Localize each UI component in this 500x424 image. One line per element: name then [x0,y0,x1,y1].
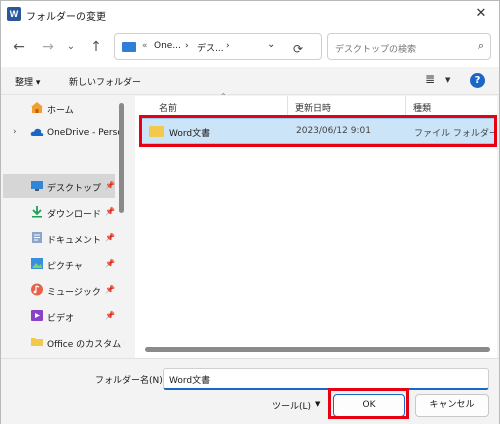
pin-icon[interactable]: 📌 [105,233,115,242]
breadcrumb-separator[interactable]: › [185,41,189,51]
sidebar-item-label: OneDrive - Perso [47,128,123,138]
sidebar-item-label: ミュージック [47,288,101,298]
folder-dialog: W フォルダーの変更 ✕ ← → ⌄ ↑ « One... › デス... › … [0,0,500,424]
search-input[interactable]: デスクトップの検索 ⌕ [327,33,491,60]
breadcrumb-desktop[interactable]: デス... [197,41,224,54]
search-icon[interactable]: ⌕ [478,39,484,53]
search-placeholder: デスクトップの検索 [335,45,417,55]
tools-button[interactable]: ツール(L) [272,399,311,412]
horizontal-scrollbar[interactable] [145,347,490,352]
sidebar-item-label: デスクトップ [47,184,102,194]
window-title: フォルダーの変更 [26,12,106,23]
column-divider[interactable] [405,96,406,116]
sidebar-item-label: ダウンロード [47,210,102,220]
breadcrumb-separator[interactable]: › [226,41,230,51]
organize-button[interactable]: 整理 ▾ [15,75,40,88]
highlight-box [139,115,497,147]
column-header-type[interactable]: 種類 [413,101,431,114]
cancel-button[interactable]: キャンセル [415,394,489,417]
sidebar-item-documents[interactable]: ドキュメント 📌 [3,226,115,250]
recent-locations-chevron-icon[interactable]: ⌄ [61,37,81,57]
help-icon[interactable]: ? [470,73,485,88]
expand-chevron-icon[interactable]: › [13,127,17,137]
breadcrumb-overflow[interactable]: « [142,41,148,51]
pictures-icon [31,258,43,269]
title-bar: W フォルダーの変更 ✕ [1,1,499,27]
dialog-footer: フォルダー名(N): Word文書 ツール(L) ▼ OK キャンセル [1,358,499,424]
close-button[interactable]: ✕ [469,4,493,24]
pin-icon[interactable]: 📌 [105,311,115,320]
sidebar-item-label: ビデオ [47,314,75,324]
sidebar-item-label: ピクチャ [47,262,83,272]
back-arrow-icon[interactable]: ← [9,37,29,57]
view-list-icon[interactable]: ≣ [425,72,435,86]
folder-name-label: フォルダー名(N): [95,376,166,386]
breadcrumb-onedrive[interactable]: One... [154,41,181,51]
pin-icon[interactable]: 📌 [105,181,115,190]
desktop-icon [31,181,43,191]
address-bar[interactable]: « One... › デス... › ⌄ [114,33,322,60]
sidebar-item-label: ホーム [47,106,74,116]
folder-name-value: Word文書 [169,376,211,386]
column-header-modified[interactable]: 更新日時 [295,101,331,114]
navigation-pane: ホーム › OneDrive - Perso デスクトップ 📌 ダウンロード 📌… [1,96,125,358]
cloud-icon [30,128,44,136]
sidebar-item-home[interactable]: ホーム [3,96,115,120]
highlight-box [328,388,409,419]
folder-name-input[interactable]: Word文書 [163,368,489,390]
column-header-name[interactable]: 名前 [159,101,177,114]
sidebar-item-downloads[interactable]: ダウンロード 📌 [3,200,115,224]
folder-icon [122,42,136,52]
refresh-icon[interactable]: ⟳ [293,42,303,56]
pin-icon[interactable]: 📌 [105,207,115,216]
music-icon [31,283,43,296]
folder-icon [31,338,43,346]
sidebar-item-label: Office のカスタム テ [47,340,125,350]
navigation-scrollbar[interactable] [119,103,124,213]
sidebar-item-label: ドキュメント [47,236,102,246]
sidebar-item-desktop[interactable]: デスクトップ 📌 [3,174,115,198]
pin-icon[interactable]: 📌 [105,285,115,294]
word-app-icon: W [7,7,21,21]
forward-arrow-icon[interactable]: → [38,37,58,57]
sidebar-item-office-templates[interactable]: Office のカスタム テ [3,330,125,354]
column-divider[interactable] [287,96,288,116]
view-dropdown-icon[interactable]: ▼ [445,76,450,84]
sidebar-item-videos[interactable]: ビデオ 📌 [3,304,115,328]
sidebar-item-onedrive[interactable]: › OneDrive - Perso [3,121,123,145]
sidebar-item-music[interactable]: ミュージック 📌 [3,278,115,302]
download-icon [32,206,42,218]
tools-dropdown-icon[interactable]: ▼ [315,400,320,408]
command-toolbar: 整理 ▾ 新しいフォルダー ≣ ▼ ? [1,67,499,95]
document-icon [32,232,42,243]
sort-ascending-icon: ⌃ [220,92,227,101]
video-icon [31,310,43,321]
new-folder-button[interactable]: 新しいフォルダー [69,75,141,88]
home-icon [31,102,43,113]
pin-icon[interactable]: 📌 [105,259,115,268]
address-dropdown-chevron-icon[interactable]: ⌄ [267,39,275,50]
sidebar-item-pictures[interactable]: ピクチャ 📌 [3,252,115,276]
up-arrow-icon[interactable]: ↑ [86,37,106,57]
